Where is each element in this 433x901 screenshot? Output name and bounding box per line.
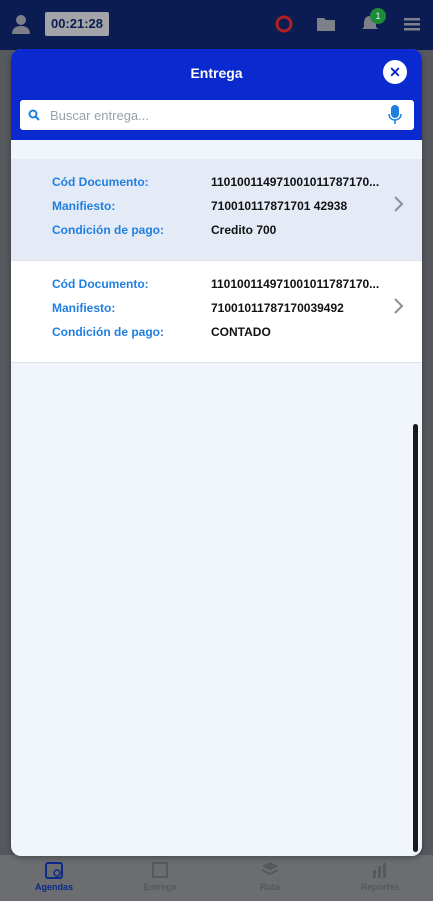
- nav-agendas[interactable]: Agendas: [14, 860, 94, 892]
- notification-badge: 1: [370, 8, 386, 24]
- sync-icon[interactable]: [274, 14, 294, 34]
- nav-ruta[interactable]: Ruta: [230, 860, 310, 892]
- entrega-modal: Entrega ✕ Cód Documento: 110100114971001…: [11, 49, 422, 856]
- nav-label: Entrega: [143, 882, 177, 892]
- search-bar: [20, 100, 414, 130]
- delivery-icon: [152, 862, 168, 878]
- nav-entrega[interactable]: Entrega: [120, 860, 200, 892]
- chart-icon: [373, 863, 386, 878]
- payment-label: Condición de pago:: [52, 223, 164, 237]
- list-item[interactable]: Cód Documento: 110100114971001011787170.…: [11, 159, 422, 261]
- close-button[interactable]: ✕: [383, 60, 407, 84]
- payment-value: CONTADO: [211, 325, 271, 339]
- layers-icon: [261, 862, 279, 876]
- modal-header: Entrega ✕: [11, 49, 422, 140]
- payment-label: Condición de pago:: [52, 325, 164, 339]
- doc-value: 110100114971001011787170...: [211, 277, 380, 291]
- menu-icon[interactable]: [402, 14, 422, 34]
- delivery-list: Cód Documento: 110100114971001011787170.…: [11, 159, 422, 363]
- chevron-right-icon: [394, 196, 404, 212]
- scrollbar[interactable]: [413, 424, 418, 852]
- modal-title: Entrega: [190, 65, 243, 81]
- user-icon[interactable]: [12, 14, 30, 34]
- search-icon: [28, 109, 40, 121]
- manifest-label: Manifiesto:: [52, 199, 116, 213]
- doc-label: Cód Documento:: [52, 175, 149, 189]
- nav-label: Ruta: [260, 882, 280, 892]
- nav-reportes[interactable]: Reportes: [340, 860, 420, 892]
- nav-label: Agendas: [34, 882, 73, 892]
- doc-label: Cód Documento:: [52, 277, 149, 291]
- manifest-value: 71001011787170039492: [211, 301, 344, 315]
- list-item[interactable]: Cód Documento: 110100114971001011787170.…: [11, 261, 422, 363]
- payment-value: Credito 700: [211, 223, 277, 237]
- folder-icon[interactable]: [316, 14, 336, 34]
- nav-label: Reportes: [360, 882, 400, 892]
- search-input[interactable]: [50, 100, 380, 130]
- doc-value: 110100114971001011787170...: [211, 175, 380, 189]
- timer: 00:21:28: [45, 12, 109, 36]
- manifest-value: 710010117871701 42938: [211, 199, 348, 213]
- chevron-right-icon: [394, 298, 404, 314]
- manifest-label: Manifiesto:: [52, 301, 116, 315]
- microphone-icon[interactable]: [388, 105, 402, 125]
- app-header: 00:21:28 1: [0, 0, 433, 50]
- close-icon: ✕: [389, 64, 401, 80]
- calendar-icon: [45, 862, 63, 879]
